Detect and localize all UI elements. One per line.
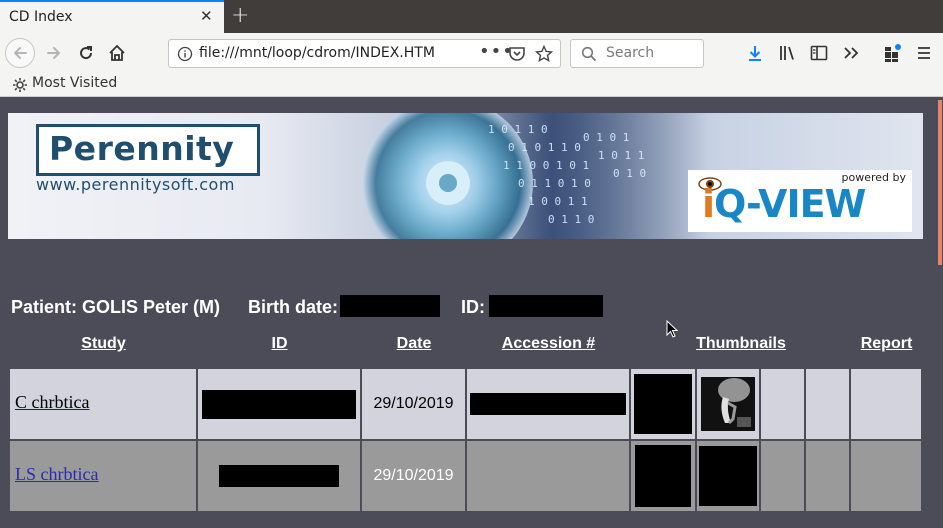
bookmarks-bar: Most Visited — [0, 73, 943, 97]
study-id-redacted — [202, 389, 356, 419]
svg-text:1 0 0 1 1: 1 0 0 1 1 — [528, 195, 588, 208]
thumbnail-cell — [761, 369, 806, 439]
back-button[interactable] — [5, 38, 35, 68]
nav-bar: file:///mnt/loop/cdrom/INDEX.HTM ••• Sea… — [0, 33, 943, 73]
accession-redacted — [470, 393, 626, 415]
thumbnail-cell — [806, 441, 851, 511]
report-cell — [851, 441, 921, 511]
tab-bar: CD Index ✕ + — [0, 0, 943, 33]
thumbnail-redacted[interactable] — [635, 445, 691, 507]
svg-text:0 1 1 0 1 0: 0 1 1 0 1 0 — [518, 177, 591, 190]
report-cell — [851, 369, 921, 439]
study-link[interactable]: LS chrbtica — [15, 464, 98, 485]
sidebar-icon[interactable] — [810, 44, 828, 62]
back-icon — [14, 47, 27, 59]
logo-name: Perennity — [49, 129, 235, 168]
svg-text:1 1 0 0 1 0 1: 1 1 0 0 1 0 1 — [503, 159, 589, 172]
patient-id-redacted — [489, 295, 603, 317]
thumbnail-cell — [631, 441, 697, 511]
svg-text:0 1 0: 0 1 0 — [613, 167, 646, 180]
header-study[interactable]: Study — [10, 335, 197, 353]
perennity-logo: Perennity — [36, 124, 260, 176]
thumbnail-cell — [806, 369, 851, 439]
birth-date-redacted — [340, 295, 440, 317]
plus-icon[interactable]: + — [231, 3, 249, 28]
tab-cd-index[interactable]: CD Index ✕ — [0, 0, 224, 33]
accession-cell — [467, 369, 631, 439]
date-cell: 29/10/2019 — [362, 369, 467, 439]
download-icon[interactable] — [746, 44, 764, 62]
study-date: 29/10/2019 — [373, 467, 454, 484]
scrollbar-thumb[interactable] — [938, 100, 942, 265]
url-bar[interactable]: file:///mnt/loop/cdrom/INDEX.HTM ••• — [168, 39, 561, 68]
forward-icon — [47, 47, 60, 59]
svg-text:0 1 1 0: 0 1 1 0 — [548, 213, 594, 226]
study-link[interactable]: C chrbtica — [15, 392, 89, 413]
id-cell — [198, 441, 362, 511]
gear-icon — [13, 78, 27, 92]
search-input[interactable]: Search — [570, 39, 704, 68]
header-thumbnails[interactable]: Thumbnails — [631, 335, 851, 353]
accession-cell — [467, 441, 631, 511]
id-cell — [198, 369, 362, 439]
home-icon — [109, 44, 125, 61]
thumbnail-cell — [697, 441, 761, 511]
thumbnail-redacted[interactable] — [699, 446, 757, 506]
svg-text:1 0 1 1: 1 0 1 1 — [598, 149, 644, 162]
tab-title: CD Index — [9, 9, 73, 25]
study-id-redacted — [219, 465, 339, 487]
svg-text:0 1 0 1 1 0: 0 1 0 1 1 0 — [508, 141, 581, 154]
thumbnail-cell — [631, 369, 697, 439]
header-banner: 1 0 1 1 0 0 1 0 1 1 0 1 1 0 0 1 0 1 0 1 … — [8, 113, 923, 239]
iq-brand: Q-VIEW — [714, 182, 866, 226]
svg-text:0 1 0 1: 0 1 0 1 — [583, 131, 629, 144]
thumbnail-redacted[interactable] — [634, 374, 692, 434]
header-accession[interactable]: Accession # — [467, 335, 630, 353]
iq-prefix: i — [702, 182, 715, 226]
star-icon[interactable] — [535, 45, 553, 63]
table-row: LS chrbtica 29/10/2019 — [10, 441, 921, 511]
close-icon[interactable]: ✕ — [200, 7, 213, 25]
reload-icon — [80, 46, 93, 60]
bookmark-most-visited[interactable]: Most Visited — [32, 75, 117, 91]
iq-view-logo: powered by iQ-VIEW — [688, 170, 912, 232]
iq-view-wordmark: iQ-VIEW — [702, 182, 866, 226]
patient-name: Patient: GOLIS Peter (M) — [11, 297, 221, 317]
forward-button[interactable] — [40, 39, 68, 67]
study-date: 29/10/2019 — [373, 395, 454, 412]
birth-date-label: Birth date: — [248, 297, 338, 317]
header-id[interactable]: ID — [198, 335, 361, 353]
pocket-icon[interactable] — [508, 45, 526, 63]
study-cell: LS chrbtica — [10, 441, 198, 511]
overflow-icon[interactable] — [842, 44, 860, 62]
thumbnail-cell — [761, 441, 806, 511]
header-report[interactable]: Report — [852, 335, 921, 353]
reload-button[interactable] — [72, 39, 100, 67]
id-label: ID: — [461, 297, 485, 317]
table-row: C chrbtica 29/10/2019 — [10, 369, 921, 439]
search-placeholder: Search — [606, 45, 655, 61]
svg-text:1 0 1 1 0: 1 0 1 1 0 — [488, 123, 548, 136]
thumbnail-cell — [697, 369, 761, 439]
logo-url: www.perennitysoft.com — [36, 175, 235, 194]
home-button[interactable] — [103, 39, 131, 67]
menu-icon[interactable] — [915, 44, 933, 62]
date-cell: 29/10/2019 — [362, 441, 467, 511]
search-icon — [581, 46, 597, 62]
extensions-icon[interactable] — [882, 43, 902, 63]
study-cell: C chrbtica — [10, 369, 198, 439]
library-icon[interactable] — [778, 44, 798, 62]
info-icon[interactable] — [177, 46, 193, 62]
url-text[interactable]: file:///mnt/loop/cdrom/INDEX.HTM — [199, 45, 435, 61]
header-date[interactable]: Date — [362, 335, 466, 353]
xray-thumbnail[interactable] — [701, 377, 755, 431]
